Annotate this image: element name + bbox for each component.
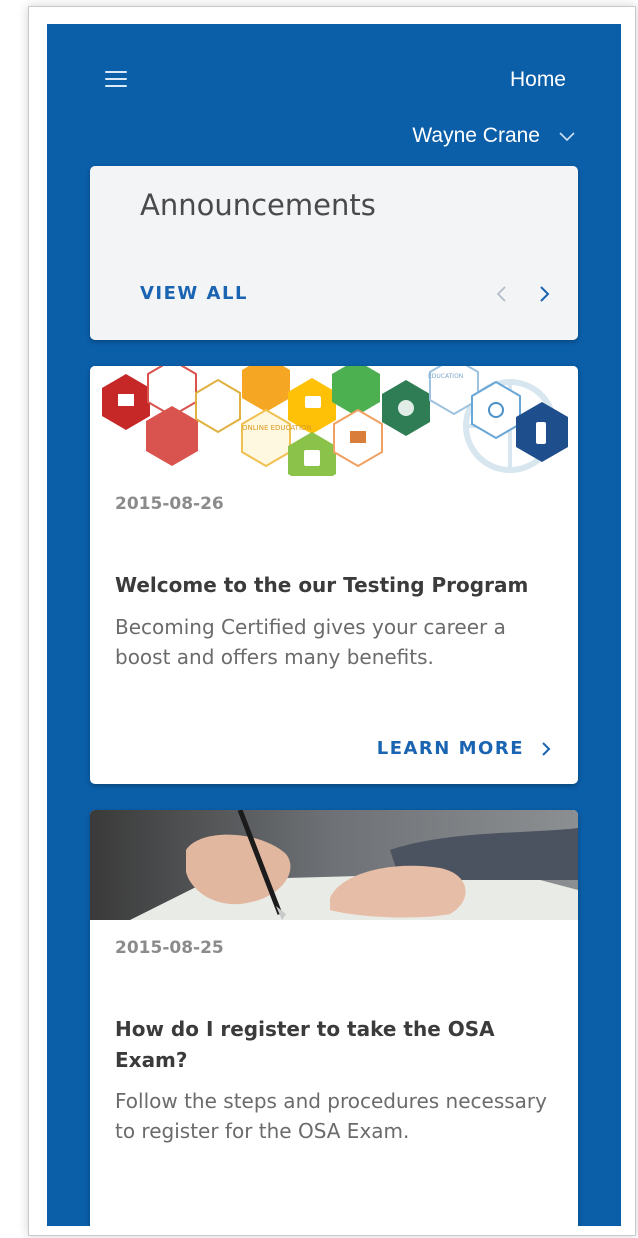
signing-document-photo	[90, 810, 578, 920]
news-summary: Becoming Certified gives your career a b…	[115, 615, 506, 669]
announcements-title: Announcements	[140, 188, 376, 222]
announcements-card: Announcements VIEW ALL	[90, 166, 578, 340]
learn-more-link[interactable]: LEARN MORE	[377, 738, 552, 759]
learn-more-label: LEARN MORE	[376, 738, 524, 759]
user-name: Wayne Crane	[412, 124, 540, 147]
news-card[interactable]: ONLINE EDUCATION EDUCATION 2015-08-26 We…	[90, 366, 578, 784]
news-card[interactable]: 2015-08-25 How do I register to take the…	[90, 810, 578, 1226]
chevron-down-icon	[559, 132, 575, 142]
nav-home-link[interactable]: Home	[510, 68, 566, 92]
view-all-link[interactable]: VIEW ALL	[140, 283, 248, 304]
hero-label-education: EDUCATION	[428, 373, 463, 380]
news-date: 2015-08-26	[115, 494, 224, 514]
hamburger-icon[interactable]	[105, 71, 127, 89]
chevron-left-icon[interactable]	[494, 284, 510, 304]
chevron-right-icon	[542, 741, 551, 756]
news-title[interactable]: Welcome to the our Testing Program	[115, 570, 565, 601]
app-screen: Home Wayne Crane Announcements VIEW ALL	[47, 24, 621, 1226]
hero-label-online: ONLINE EDUCATION	[242, 424, 312, 432]
education-hexagons-image: ONLINE EDUCATION EDUCATION	[90, 366, 578, 476]
chevron-right-icon[interactable]	[536, 284, 552, 304]
user-menu[interactable]: Wayne Crane	[412, 124, 576, 148]
news-title[interactable]: How do I register to take the OSA Exam?	[115, 1014, 565, 1076]
news-date: 2015-08-25	[115, 938, 224, 958]
news-summary: Follow the steps and procedures necessar…	[115, 1089, 547, 1143]
